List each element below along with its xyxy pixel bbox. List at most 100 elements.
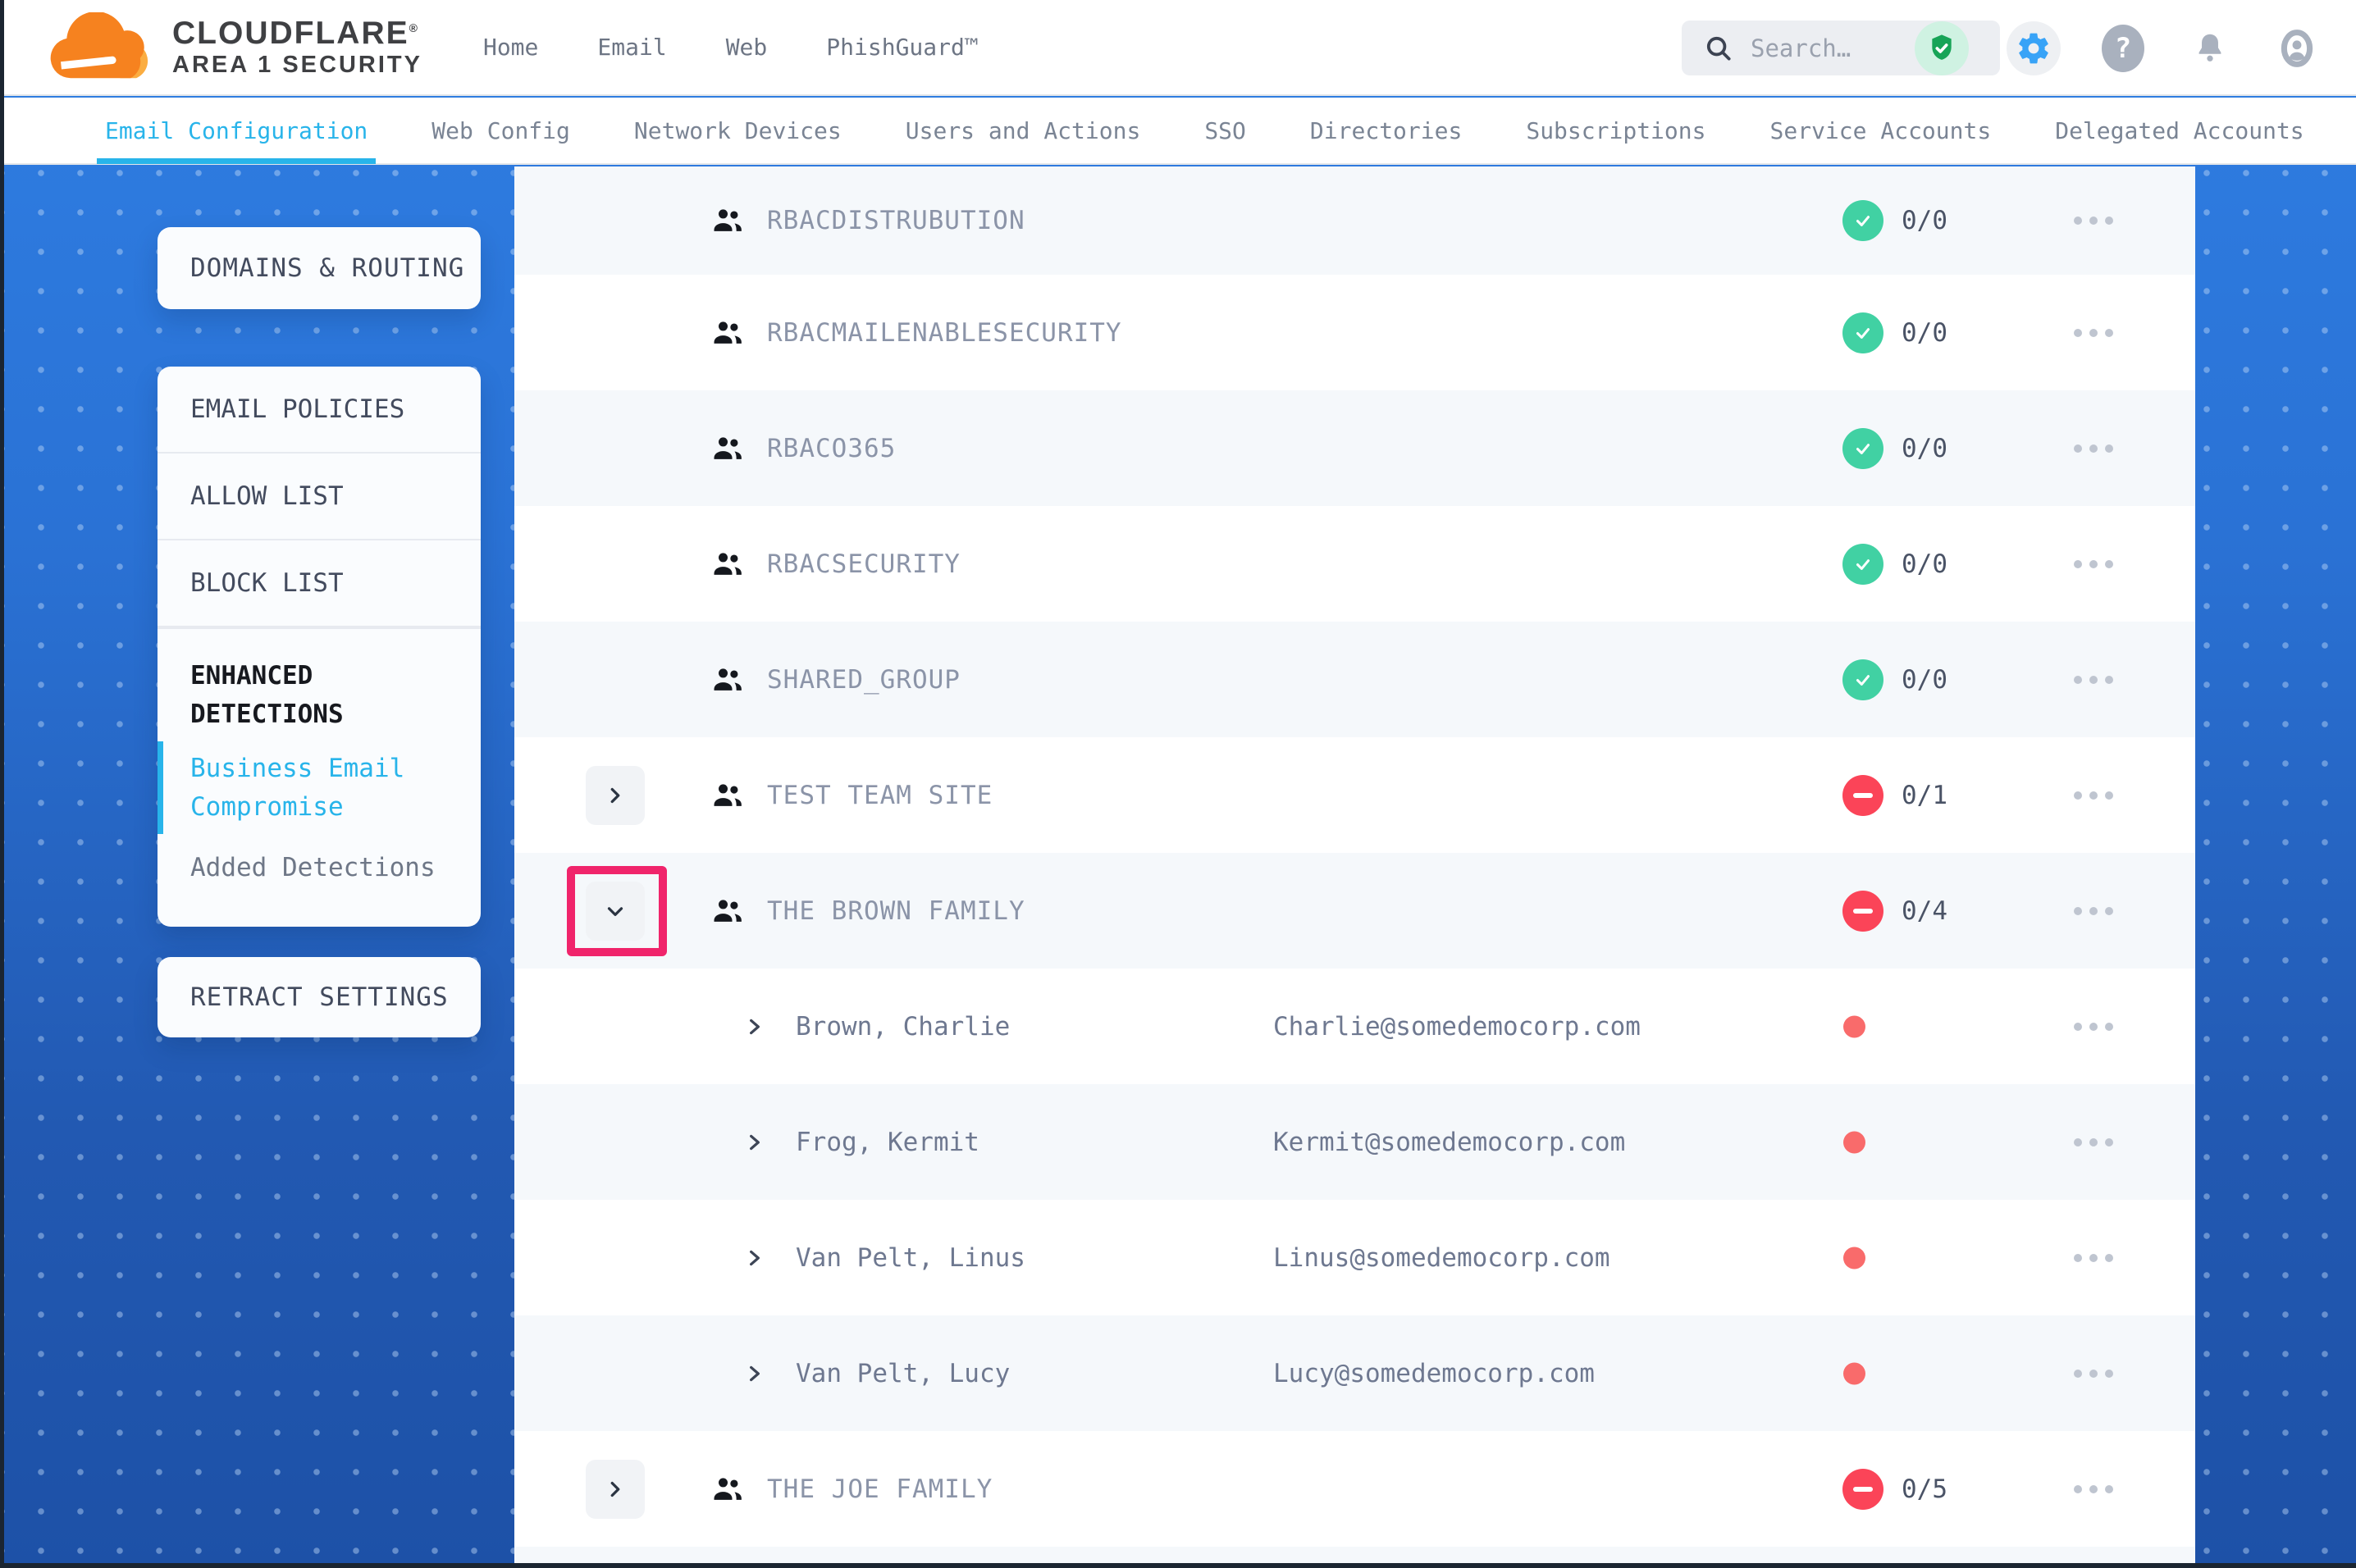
group-users-icon [710,203,746,239]
shield-check-icon[interactable] [1915,21,1969,75]
sidebar-item-added-detections[interactable]: Added Detections [158,837,481,899]
group-users-icon [710,315,746,351]
member-name: Frog, Kermit [796,1128,979,1157]
sidebar-item-block-list[interactable]: BLOCK LIST [158,540,481,627]
registered-mark: ® [409,21,419,34]
group-name: RBACMAILENABLESECURITY [767,318,1122,348]
status-check-badge [1842,544,1883,585]
tab-network-devices[interactable]: Network Devices [634,97,842,164]
group-name: RBACDISTRUBUTION [767,206,1025,235]
status-count: 0/4 [1902,896,1947,926]
expand-row-button[interactable] [586,766,645,825]
group-name: RBACSECURITY [767,549,961,579]
row-actions-button[interactable] [2069,1127,2118,1158]
nav-phishguard[interactable]: PhishGuard™ [826,34,978,61]
tab-delegated-accounts[interactable]: Delegated Accounts [2055,97,2303,164]
window-edge-left [0,0,4,1568]
sidebar-heading-enhanced-detections: ENHANCED DETECTIONS [158,627,481,738]
row-actions-button[interactable] [2069,433,2118,464]
status-count: 0/1 [1902,781,1947,810]
table-row: RBACO365 0/0 [514,390,2195,506]
collapse-row-button[interactable] [586,882,645,941]
row-actions-button[interactable] [2069,1242,2118,1274]
cloudflare-cloud-icon [43,12,158,83]
table-row: RBACSECURITY 0/0 [514,506,2195,622]
member-name: Van Pelt, Linus [796,1243,1025,1273]
status-minus-badge [1842,775,1883,816]
sidebar-item-domains-routing[interactable]: DOMAINS & ROUTING [158,227,481,309]
logo-line2: AREA 1 SECURITY [172,52,422,78]
member-name: Brown, Charlie [796,1012,1010,1042]
member-email: Linus@somedemocorp.com [1273,1243,1610,1273]
tab-web-config[interactable]: Web Config [431,97,570,164]
table-row-member: Brown, Charlie Charlie@somedemocorp.com [514,969,2195,1084]
table-row-member: Frog, Kermit Kermit@somedemocorp.com [514,1084,2195,1200]
group-name: THE BROWN FAMILY [767,896,1025,926]
status-count: 0/0 [1902,549,1947,579]
tab-sso[interactable]: SSO [1204,97,1246,164]
status-dot [1843,1015,1865,1037]
nav-home[interactable]: Home [483,34,538,61]
window-edge-bottom [0,1563,2356,1568]
user-avatar-icon[interactable] [2272,24,2322,73]
tab-service-accounts[interactable]: Service Accounts [1770,97,1992,164]
row-actions-button[interactable] [2069,1011,2118,1042]
group-users-icon [710,662,746,698]
status-count: 0/0 [1902,206,1947,235]
table-row: THE BROWN FAMILY 0/4 [514,853,2195,969]
tab-email-configuration[interactable]: Email Configuration [105,97,368,164]
group-name: SHARED_GROUP [767,665,961,695]
row-actions-button[interactable] [2069,664,2118,695]
group-users-icon [710,431,746,467]
sidebar-item-retract-settings[interactable]: RETRACT SETTINGS [158,957,481,1037]
logo-line1: CLOUDFLARE® [172,16,422,52]
row-actions-button[interactable] [2069,896,2118,927]
help-icon[interactable]: ? [2098,24,2148,73]
row-actions-button[interactable] [2069,549,2118,580]
status-check-badge [1842,312,1883,353]
row-actions-button[interactable] [2069,1474,2118,1505]
member-chevron-icon[interactable] [744,1016,765,1037]
row-actions-button[interactable] [2069,1358,2118,1389]
top-header: CLOUDFLARE® AREA 1 SECURITY Home Email W… [0,0,2356,96]
status-check-badge [1842,659,1883,700]
nav-web[interactable]: Web [726,34,768,61]
tab-users-and-actions[interactable]: Users and Actions [906,97,1141,164]
notifications-bell-icon[interactable] [2185,24,2235,73]
tab-subscriptions[interactable]: Subscriptions [1526,97,1705,164]
sidebar-item-business-email-compromise[interactable]: Business Email Compromise [158,738,481,837]
chevron-right-icon [603,1477,628,1502]
search-icon [1703,33,1734,64]
row-actions-button[interactable] [2069,205,2118,236]
member-chevron-icon[interactable] [744,1132,765,1153]
member-chevron-icon[interactable] [744,1363,765,1384]
status-check-badge [1842,200,1883,241]
group-users-icon [710,777,746,814]
member-chevron-icon[interactable] [744,1247,765,1269]
sidebar-item-email-policies[interactable]: EMAIL POLICIES [158,367,481,454]
groups-table: RBACDISTRUBUTION 0/0 RBACMAILENABLESECUR… [514,166,2195,1568]
status-count: 0/0 [1902,318,1947,348]
sidebar-policies-card: EMAIL POLICIES ALLOW LIST BLOCK LIST ENH… [158,367,481,927]
row-actions-button[interactable] [2069,780,2118,811]
status-minus-badge [1842,891,1883,932]
tab-directories[interactable]: Directories [1310,97,1462,164]
expand-row-button[interactable] [586,1460,645,1519]
settings-gear-icon[interactable] [2007,21,2061,75]
member-email: Kermit@somedemocorp.com [1273,1128,1625,1157]
cloudflare-logo[interactable]: CLOUDFLARE® AREA 1 SECURITY [43,12,422,83]
table-row: RBACMAILENABLESECURITY 0/0 [514,275,2195,390]
row-actions-button[interactable] [2069,317,2118,349]
sidebar-item-allow-list[interactable]: ALLOW LIST [158,454,481,540]
config-tabbar: Email Configuration Web Config Network D… [0,98,2356,165]
nav-email[interactable]: Email [597,34,666,61]
group-name: THE JOE FAMILY [767,1475,993,1504]
table-row-member: Van Pelt, Linus Linus@somedemocorp.com [514,1200,2195,1315]
group-users-icon [710,546,746,582]
table-row: RBACDISTRUBUTION 0/0 [514,166,2195,275]
member-email: Charlie@somedemocorp.com [1273,1012,1641,1042]
group-name: TEST TEAM SITE [767,781,993,810]
table-row: THE JOE FAMILY 0/5 [514,1431,2195,1547]
table-row: SHARED_GROUP 0/0 [514,622,2195,737]
status-dot [1843,1247,1865,1269]
